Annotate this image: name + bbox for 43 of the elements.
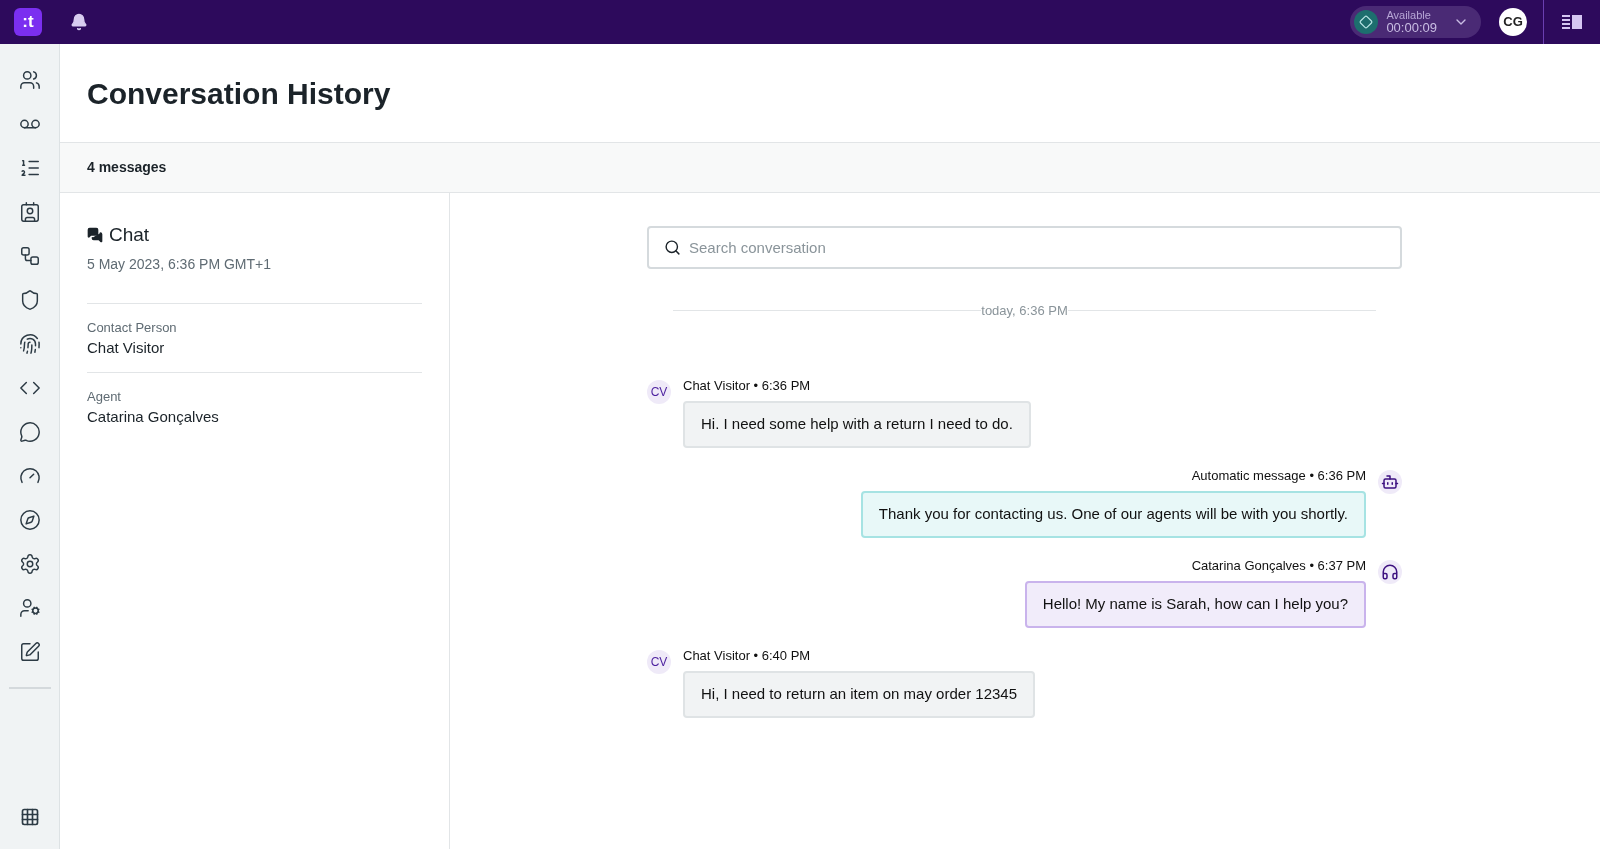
message-meta: Chat Visitor • 6:40 PM (683, 646, 811, 665)
field-label: Contact Person (87, 318, 178, 337)
status-label: Available (1386, 10, 1432, 21)
visitor-avatar: CV (647, 379, 671, 404)
app-logo[interactable]: :t (14, 8, 42, 36)
date-divider: today, 6:36 PM (981, 302, 1068, 320)
person-icon[interactable] (18, 597, 41, 619)
search-icon (664, 239, 681, 256)
search-field[interactable]: Search conversation (647, 226, 1402, 269)
message-bubble: Hi. I need some help with a return I need to do. (683, 401, 1031, 448)
people-icon[interactable] (18, 69, 41, 91)
chat-icon (87, 227, 103, 244)
status-selector[interactable]: Available 00:00:09 (1350, 6, 1481, 38)
user-avatar[interactable]: CG (1499, 8, 1527, 36)
settings-icon[interactable] (18, 553, 41, 575)
compass-icon[interactable] (18, 509, 41, 531)
headset-icon (1381, 562, 1399, 581)
message-meta: Automatic message • 6:36 PM (1191, 466, 1366, 485)
page-title: Conversation History (87, 75, 391, 112)
channel-title: Chat (109, 223, 150, 247)
message-meta: Chat Visitor • 6:36 PM (683, 376, 811, 395)
list-icon[interactable] (18, 157, 41, 179)
fingerprint-icon[interactable] (18, 333, 41, 355)
field-value: Chat Visitor (87, 338, 166, 358)
message-bubble: Thank you for contacting us. One of our agents will be with you shortly. (860, 491, 1366, 538)
conversation-date: 5 May 2023, 6:36 PM GMT+1 (87, 253, 422, 304)
message-meta: Catarina Gonçalves • 6:37 PM (1191, 556, 1366, 575)
speech-bubble-icon[interactable] (18, 421, 41, 443)
notification-bell-icon[interactable] (70, 13, 88, 31)
flow-icon[interactable] (18, 245, 41, 267)
visitor-avatar: CV (647, 649, 671, 674)
diamond-icon (1359, 15, 1374, 29)
robot-icon (1381, 472, 1399, 491)
panel-toggle-icon[interactable] (1562, 14, 1582, 30)
field-label: Agent (87, 387, 122, 406)
status-timer: 00:00:09 (1386, 21, 1437, 34)
apps-grid-icon[interactable] (19, 807, 40, 827)
message-bubble: Hi, I need to return an item on may order 12345 (683, 671, 1035, 718)
message-count: 4 messages (87, 158, 167, 177)
edit-icon[interactable] (18, 641, 41, 663)
contact-book-icon[interactable] (18, 201, 41, 223)
message-bubble: Hello! My name is Sarah, how can I help you? (1024, 581, 1366, 628)
field-value: Catarina Gonçalves (87, 407, 220, 427)
